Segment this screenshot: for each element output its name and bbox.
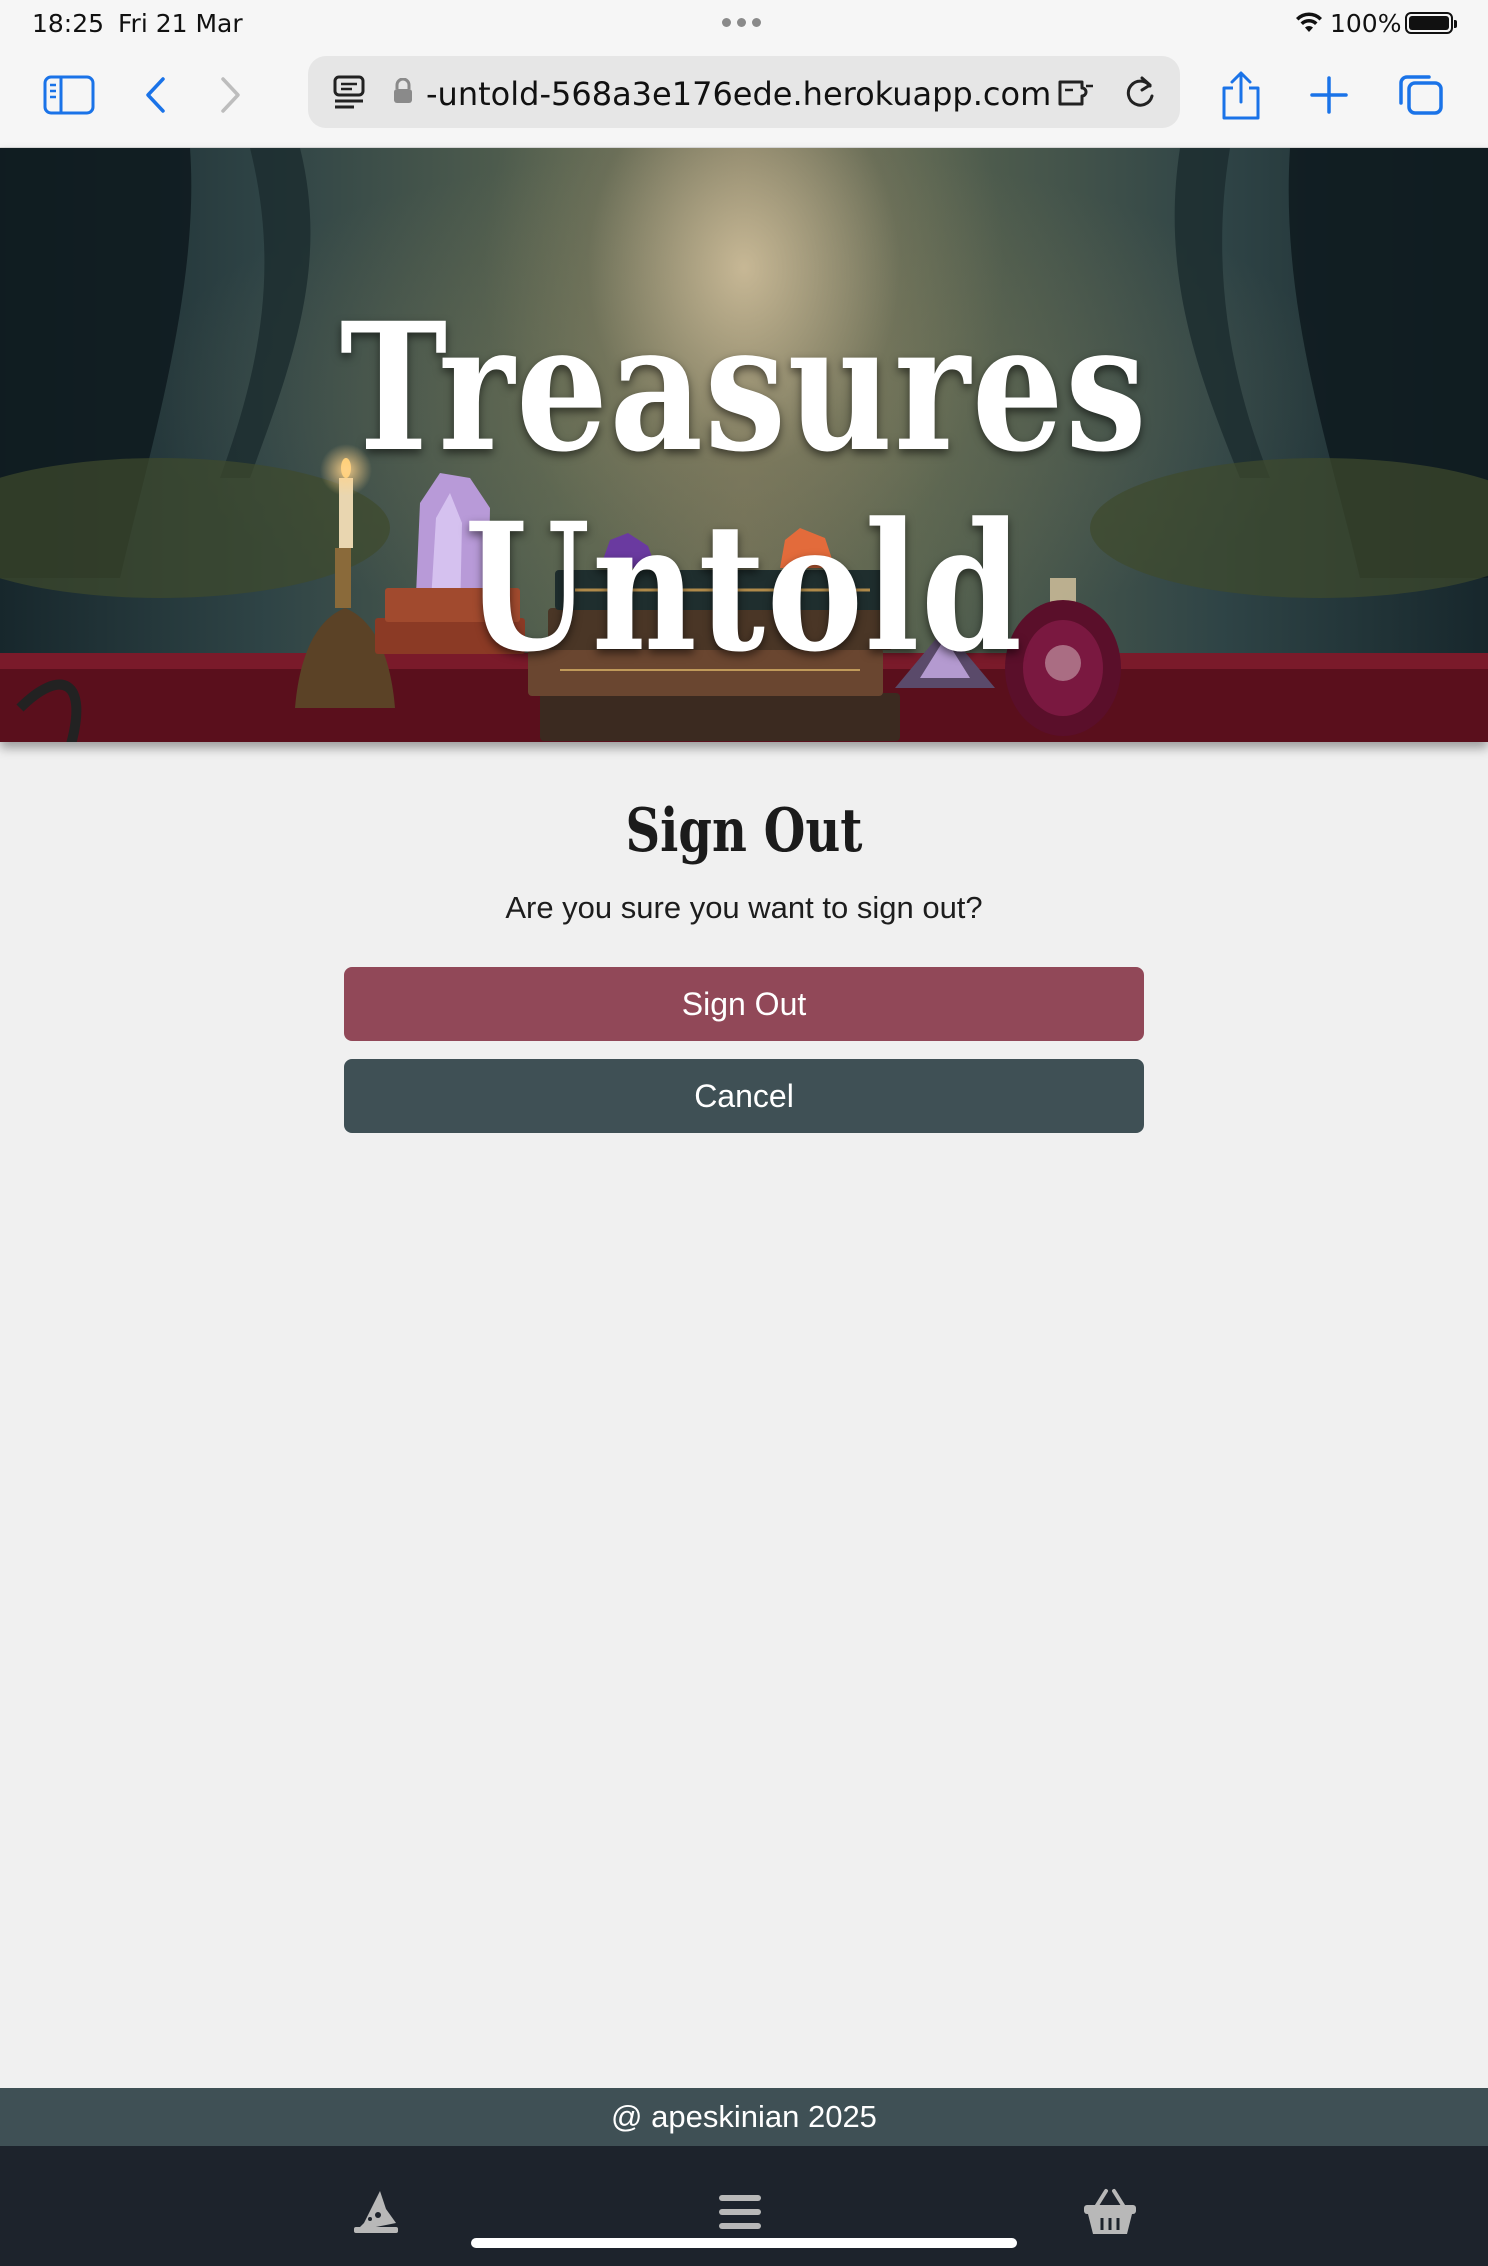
back-icon[interactable] — [138, 70, 174, 120]
wifi-icon — [1294, 10, 1324, 40]
wizard-hat-icon[interactable] — [346, 2184, 406, 2240]
forward-icon[interactable] — [212, 70, 248, 120]
hero-banner: Treasures Untold — [0, 148, 1488, 742]
plus-icon[interactable] — [1304, 70, 1354, 120]
reader-icon[interactable] — [332, 74, 366, 114]
page-title: Sign Out — [625, 796, 863, 866]
browser-toolbar: -untold-568a3e176ede.herokuapp.com — [0, 48, 1488, 148]
basket-icon[interactable] — [1080, 2184, 1140, 2240]
url-text[interactable]: -untold-568a3e176ede.herokuapp.com — [426, 75, 1051, 113]
cancel-button[interactable]: Cancel — [344, 1059, 1144, 1133]
footer-credit: @ apeskinian 2025 — [611, 2099, 877, 2134]
multitasking-dots-icon[interactable] — [722, 18, 761, 27]
tabs-icon[interactable] — [1394, 70, 1448, 120]
confirm-message: Are you sure you want to sign out? — [505, 890, 983, 925]
lock-icon — [392, 77, 414, 108]
status-date: Fri 21 Mar — [118, 9, 243, 38]
site-title[interactable]: Treasures Untold — [134, 288, 1354, 688]
reload-icon[interactable] — [1122, 72, 1158, 116]
footer: @ apeskinian 2025 — [0, 2088, 1488, 2146]
share-icon[interactable] — [1216, 68, 1266, 124]
bottom-nav — [0, 2146, 1488, 2266]
sidebar-icon[interactable] — [40, 70, 98, 120]
status-bar: 18:25 Fri 21 Mar 100% — [0, 0, 1488, 48]
battery-icon — [1405, 12, 1457, 34]
menu-icon[interactable] — [710, 2184, 770, 2240]
battery-percentage: 100% — [1330, 9, 1402, 38]
extension-icon[interactable] — [1056, 74, 1096, 114]
home-indicator[interactable] — [471, 2238, 1017, 2248]
status-time: 18:25 — [32, 9, 105, 38]
sign-out-button[interactable]: Sign Out — [344, 967, 1144, 1041]
address-bar[interactable]: -untold-568a3e176ede.herokuapp.com — [308, 56, 1180, 128]
